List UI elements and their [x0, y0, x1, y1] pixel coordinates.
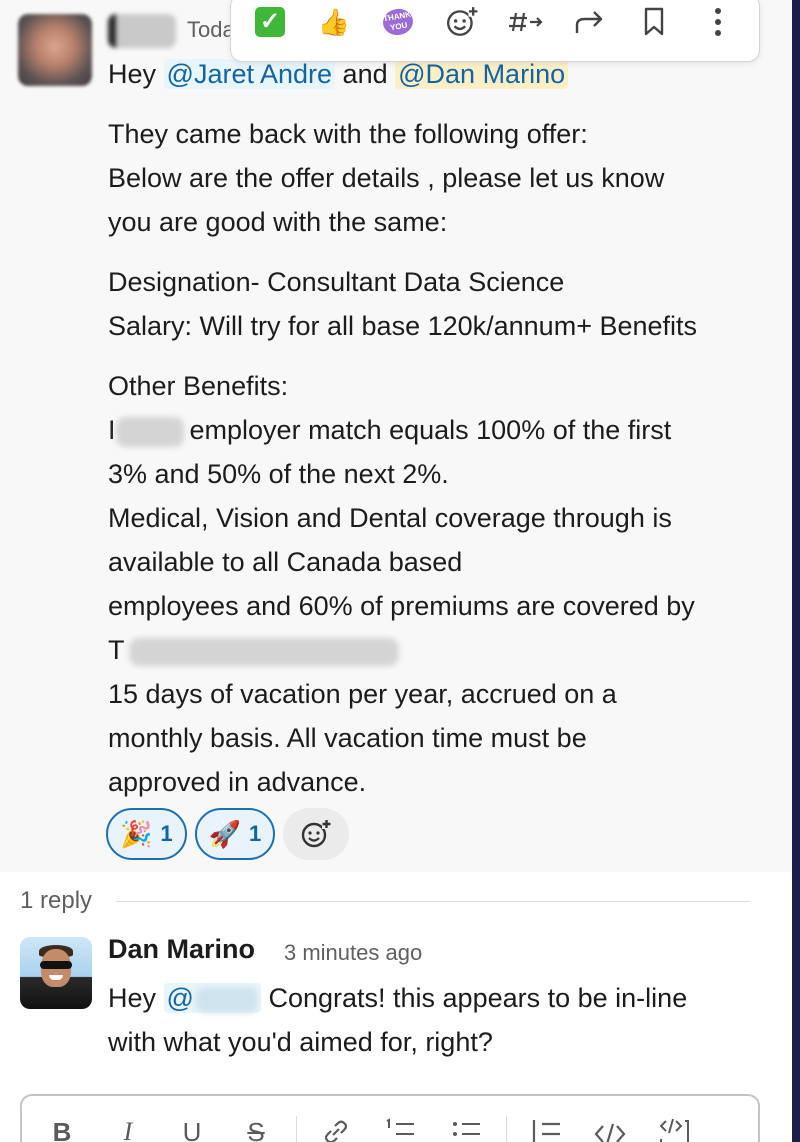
more-icon — [715, 8, 721, 36]
divider-line — [116, 900, 750, 902]
forward-icon — [575, 11, 603, 33]
mention-dan[interactable]: @Dan Marino — [395, 59, 569, 89]
reply-prefix: Hey — [108, 983, 157, 1013]
more-actions-button[interactable] — [695, 0, 741, 45]
redacted-prefix: T — [108, 635, 125, 665]
thumbs-up-icon: 👍 — [317, 6, 351, 37]
add-reaction-icon — [302, 819, 332, 848]
reactions-bar: 🎉 1 🚀 1 — [106, 808, 350, 860]
avatar[interactable] — [20, 937, 92, 1009]
redacted-text — [115, 416, 184, 447]
message-line: 15 days of vacation per year, accrued on… — [108, 679, 617, 709]
message-line: Medical, Vision and Dental coverage thro… — [108, 503, 672, 533]
message-line: employees and 60% of premiums are covere… — [108, 591, 695, 621]
toolbar-separator — [296, 1116, 297, 1142]
message-line: Salary: Will try for all base 120k/annum… — [108, 311, 698, 341]
ordered-list-glyph — [386, 1118, 414, 1135]
thank-you-icon: THANK YOU — [380, 6, 416, 38]
link-icon[interactable] — [318, 1114, 354, 1142]
blockquote-icon[interactable] — [528, 1114, 564, 1142]
message-line: available to all Canada based — [108, 547, 463, 577]
reply-mention[interactable]: @ — [163, 983, 261, 1013]
reply-count-divider: 1 reply — [20, 884, 750, 918]
message-line: T — [108, 628, 399, 672]
avatar-sunglasses — [40, 961, 72, 969]
underline-icon[interactable]: U — [174, 1114, 210, 1142]
reply-line: with what you'd aimed for, right? — [108, 1027, 493, 1057]
code-block-glyph — [659, 1118, 689, 1142]
redacted-author-name — [108, 14, 176, 48]
avatar[interactable] — [18, 14, 92, 86]
bulleted-list-glyph — [453, 1122, 480, 1136]
code-block-icon[interactable] — [656, 1114, 692, 1142]
message-line-text: employer match equals 100% of the first — [189, 415, 672, 445]
reply-timestamp[interactable]: 3 minutes ago — [284, 940, 422, 966]
bookmark-icon — [644, 7, 664, 36]
message-line: you are good with the same: — [108, 207, 448, 237]
message-line: 3% and 50% of the next 2%. — [108, 459, 449, 489]
reaction-count: 1 — [160, 821, 173, 846]
message-line: approved in advance. — [108, 767, 367, 797]
ordered-list-icon[interactable] — [382, 1114, 418, 1142]
message-actions-toolbar: ✓ 👍 THANK YOU — [230, 0, 760, 62]
italic-icon[interactable]: I — [110, 1114, 146, 1142]
message-line: Other Benefits: — [108, 371, 289, 401]
redacted-company-name — [128, 637, 399, 666]
window-edge — [792, 0, 800, 1142]
message-timestamp[interactable]: Toda — [187, 17, 235, 43]
blockquote-glyph — [532, 1120, 560, 1142]
reply-author-name[interactable]: Dan Marino — [108, 934, 255, 965]
save-for-later-button[interactable] — [631, 0, 677, 45]
message-line: Below are the offer details , please let… — [108, 163, 665, 193]
react-thumbs-up-button[interactable]: 👍 — [311, 0, 357, 45]
checkmark-icon: ✓ — [255, 7, 285, 37]
parent-message: Toda Hey @Jaret Andre and @Dan Marino Th… — [0, 0, 792, 872]
add-reaction-button[interactable] — [283, 808, 350, 860]
add-reaction-toolbar-button[interactable] — [439, 0, 485, 45]
forward-button[interactable] — [567, 0, 613, 45]
message-line: Designation- Consultant Data Science — [108, 267, 565, 297]
code-icon[interactable] — [592, 1114, 628, 1142]
mention-jaret[interactable]: @Jaret Andre — [163, 59, 336, 89]
link-glyph — [324, 1120, 348, 1142]
react-checkmark-button[interactable]: ✓ — [247, 0, 293, 45]
bulleted-list-icon[interactable] — [448, 1114, 484, 1142]
code-glyph — [594, 1123, 626, 1142]
greeting-prefix: Hey — [108, 59, 157, 89]
redacted-mention-name — [195, 986, 258, 1013]
add-reaction-icon — [447, 6, 478, 36]
mention-at: @ — [166, 983, 194, 1013]
reply-count: 1 reply — [20, 887, 93, 914]
message-composer[interactable]: B I U S — [20, 1094, 760, 1142]
message-line: monthly basis. All vacation time must be — [108, 723, 587, 753]
message-line: They came back with the following offer: — [108, 119, 588, 149]
reaction-party[interactable]: 🎉 1 — [106, 808, 187, 860]
reply-in-thread-icon — [509, 12, 543, 32]
rocket-icon: 🚀 — [208, 818, 241, 849]
reaction-count: 1 — [249, 821, 262, 846]
toolbar-separator — [506, 1116, 507, 1142]
reply-line: Hey @ Congrats! this appears to be in-li… — [108, 976, 687, 1020]
party-popper-icon: 🎉 — [120, 818, 153, 849]
reaction-rocket[interactable]: 🚀 1 — [194, 808, 276, 860]
greeting-joiner: and — [342, 59, 388, 89]
reply-text: Congrats! this appears to be in-line — [268, 983, 688, 1013]
message-line: Iemployer match equals 100% of the first — [108, 408, 671, 452]
redacted-prefix: I — [108, 415, 116, 445]
reply-in-thread-button[interactable] — [503, 0, 549, 45]
react-thank-you-button[interactable]: THANK YOU — [375, 0, 421, 45]
strikethrough-icon[interactable]: S — [238, 1114, 274, 1142]
bold-icon[interactable]: B — [44, 1114, 80, 1142]
